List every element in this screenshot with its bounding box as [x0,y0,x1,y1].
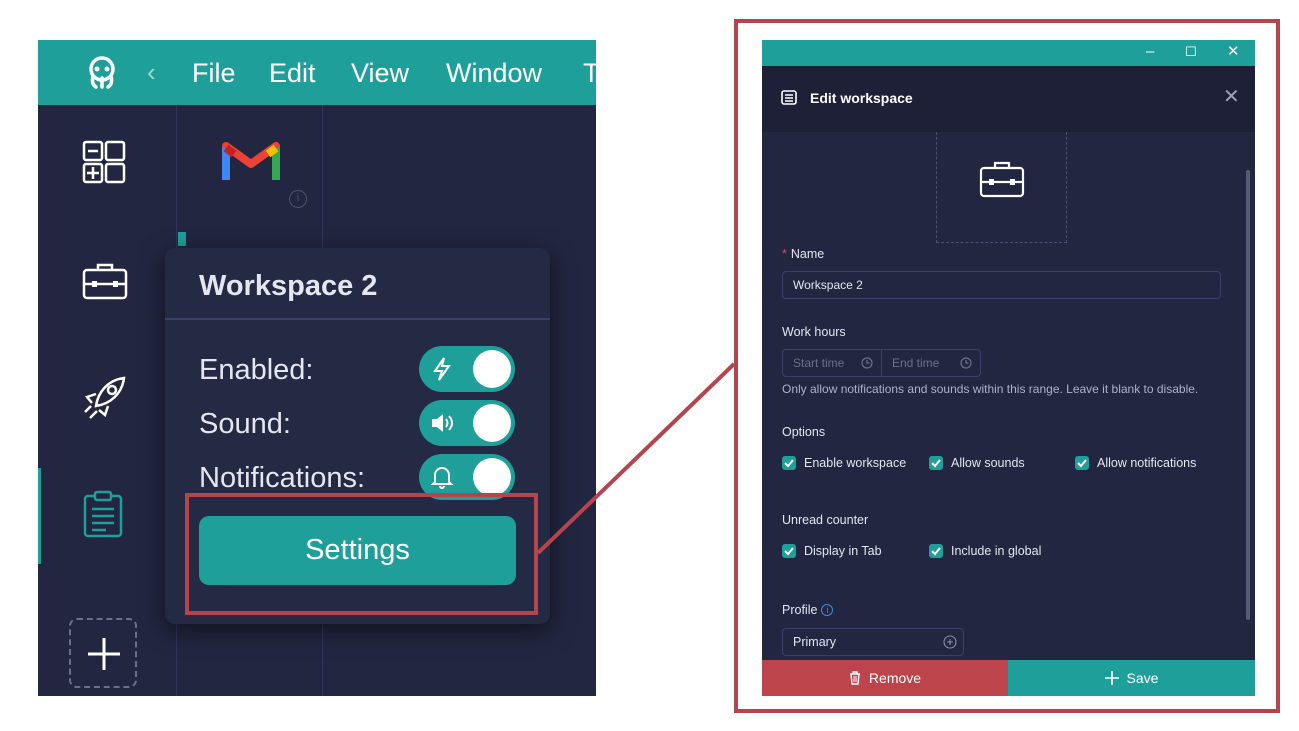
clipboard-icon[interactable] [82,490,124,538]
toggle-knob [473,350,511,388]
menu-bar: ‹ File Edit View Window T [38,40,596,105]
end-time-placeholder: End time [892,356,940,370]
settings-highlight-box [185,493,538,615]
enabled-label: Enabled: [199,354,314,386]
menu-truncated[interactable]: T [583,57,596,89]
apps-grid-icon[interactable] [82,140,126,184]
scrollbar-thumb[interactable] [1246,170,1250,620]
unread-counter-label: Unread counter [782,513,869,527]
popup-divider [165,318,550,320]
enabled-toggle[interactable] [419,346,515,392]
window-titlebar: – ☐ ✕ [762,40,1255,66]
minimize-button[interactable]: – [1146,42,1154,62]
save-label: Save [1126,670,1159,686]
back-icon[interactable]: ‹ [147,56,156,88]
menu-edit[interactable]: Edit [269,57,316,89]
dialog-close-button[interactable]: ✕ [1223,86,1240,108]
lightning-icon [433,357,451,381]
work-hours-hint: Only allow notifications and sounds with… [782,382,1199,396]
menu-window[interactable]: Window [446,57,542,89]
enable-workspace-checkbox[interactable]: Enable workspace [782,455,912,473]
speaker-icon [432,414,453,432]
service-info-icon[interactable]: i [289,190,307,208]
add-circle-icon [943,635,957,649]
start-time-placeholder: Start time [793,356,845,370]
check-icon [929,544,943,558]
menu-file[interactable]: File [192,57,236,89]
work-hours-label: Work hours [782,325,846,339]
profile-select[interactable]: Primary [782,628,964,656]
bell-icon [430,467,454,489]
edit-workspace-window: – ☐ ✕ Edit workspace ✕ * Name Workspace 2… [762,40,1255,696]
allow-sounds-label: Allow sounds [951,456,1025,470]
sound-toggle[interactable] [419,400,515,446]
workspace-icon-picker[interactable] [936,132,1067,243]
plus-icon [88,638,120,670]
app-logo-icon[interactable] [84,56,120,90]
plus-icon [1104,671,1119,685]
profile-value: Primary [793,635,837,649]
include-in-global-checkbox[interactable]: Include in global [929,543,1049,561]
popup-title: Workspace 2 [199,270,378,302]
window-close-button[interactable]: ✕ [1227,42,1240,62]
toggle-knob [473,404,511,442]
check-icon [782,544,796,558]
profile-info-icon[interactable]: i [821,604,834,616]
enable-workspace-label: Enable workspace [804,456,907,470]
profile-label: Profile i [782,602,834,618]
check-icon [782,456,796,470]
maximize-button[interactable]: ☐ [1185,42,1197,62]
add-workspace-button[interactable] [69,618,137,688]
save-button[interactable]: Save [1008,660,1255,696]
name-label: * Name [782,247,825,261]
remove-label: Remove [868,670,922,686]
include-in-global-label: Include in global [951,544,1042,558]
remove-button[interactable]: Remove [762,660,1008,696]
display-in-tab-checkbox[interactable]: Display in Tab [782,543,892,561]
name-input[interactable]: Workspace 2 [782,271,1221,299]
trash-icon [849,671,860,685]
dialog-header: Edit workspace ✕ [762,66,1255,132]
start-time-input[interactable]: Start time [782,349,882,377]
workspace-edit-icon [781,90,797,105]
allow-sounds-checkbox[interactable]: Allow sounds [929,455,1029,473]
service-indicator [178,232,186,246]
briefcase-icon[interactable] [82,262,128,300]
menu-view[interactable]: View [351,57,409,89]
clock-icon [960,357,972,369]
notifications-label: Notifications: [199,462,366,494]
toggle-knob [473,458,511,496]
allow-notifications-checkbox[interactable]: Allow notifications [1075,455,1205,473]
active-indicator [38,468,41,564]
display-in-tab-label: Display in Tab [804,544,882,558]
clock-icon [861,357,873,369]
required-marker: * [782,247,787,261]
sound-label: Sound: [199,408,291,440]
check-icon [929,456,943,470]
check-icon [1075,456,1089,470]
briefcase-icon [979,161,1025,198]
rocket-icon[interactable] [82,374,128,420]
end-time-input[interactable]: End time [881,349,981,377]
allow-notifications-label: Allow notifications [1097,456,1197,470]
dialog-title: Edit workspace [810,90,913,106]
gmail-icon[interactable] [222,138,280,182]
options-label: Options [782,425,826,439]
